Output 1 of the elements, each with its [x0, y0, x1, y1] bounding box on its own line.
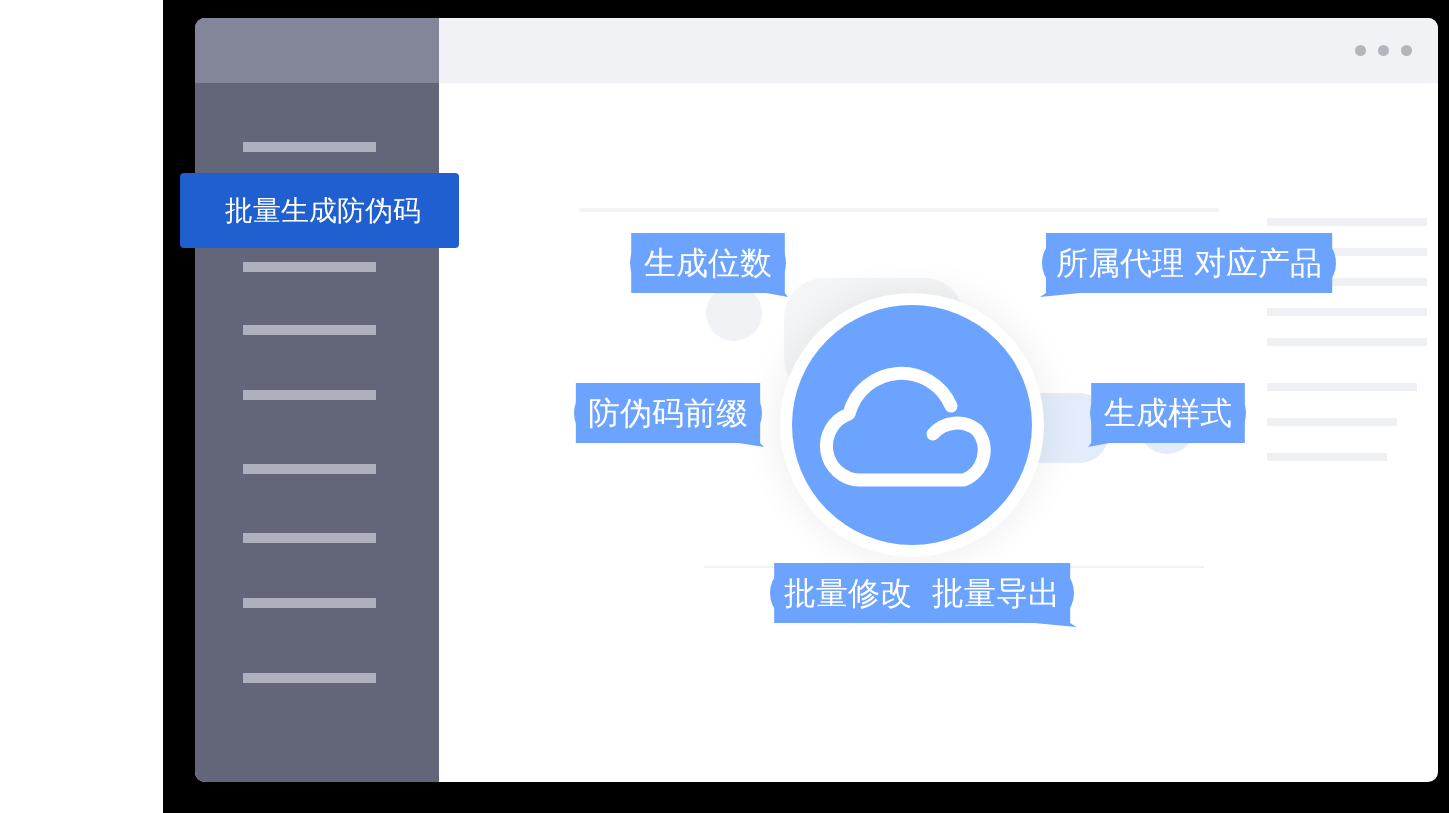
sidebar-item[interactable]: 批量生成防伪码 — [180, 173, 459, 248]
